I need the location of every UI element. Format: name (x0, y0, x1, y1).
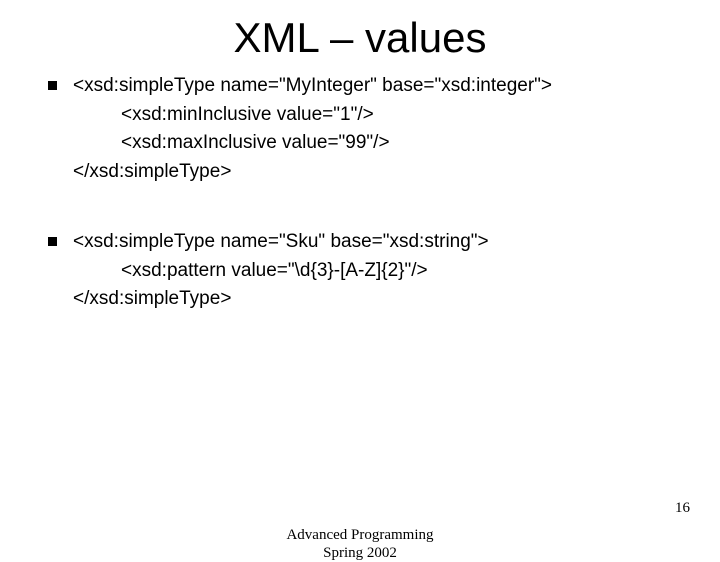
bullet-square-icon (48, 237, 57, 246)
footer-page-number: 16 (675, 500, 690, 517)
footer-term: Spring 2002 (286, 544, 433, 562)
code-line: <xsd:minInclusive value="1"/> (121, 101, 680, 130)
slide-title: XML – values (0, 0, 720, 72)
code-line: <xsd:simpleType name="MyInteger" base="x… (73, 72, 680, 101)
slide: XML – values <xsd:simpleType name="MyInt… (0, 0, 720, 540)
bullet-square-icon (48, 81, 57, 90)
code-line: </xsd:simpleType> (73, 158, 680, 187)
code-line: <xsd:maxInclusive value="99"/> (121, 129, 680, 158)
footer-center: Advanced Programming Spring 2002 (286, 526, 433, 562)
footer-course: Advanced Programming (286, 526, 433, 544)
bullet-block-2: <xsd:simpleType name="Sku" base="xsd:str… (48, 228, 680, 314)
slide-content: <xsd:simpleType name="MyInteger" base="x… (0, 72, 720, 314)
code-line: <xsd:simpleType name="Sku" base="xsd:str… (73, 228, 680, 257)
bullet-row: <xsd:simpleType name="MyInteger" base="x… (48, 72, 680, 101)
bullet-block-1: <xsd:simpleType name="MyInteger" base="x… (48, 72, 680, 186)
code-line: <xsd:pattern value="\d{3}-[A-Z]{2}"/> (121, 257, 680, 286)
code-line: </xsd:simpleType> (73, 285, 680, 314)
bullet-row: <xsd:simpleType name="Sku" base="xsd:str… (48, 228, 680, 257)
